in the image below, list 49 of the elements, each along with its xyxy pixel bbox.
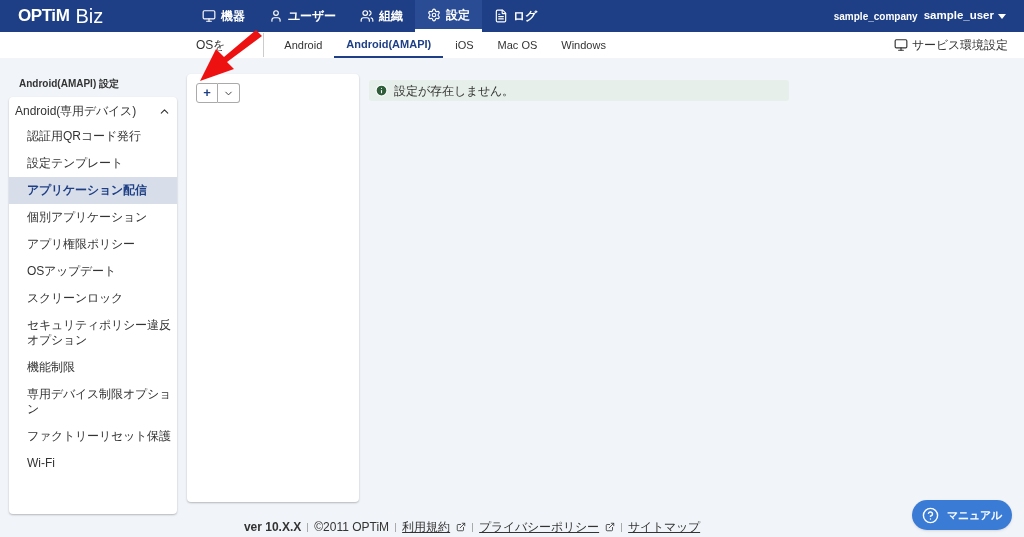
version-text: ver 10.X.X [243, 519, 302, 536]
os-tab[interactable]: Android(AMAPI) [334, 32, 444, 58]
sidebar-item[interactable]: ファクトリーリセット保護 [9, 423, 177, 450]
settings-icon [427, 7, 441, 22]
footer-link[interactable]: プライバシーポリシー [479, 518, 600, 536]
sidebar-item[interactable]: スクリーンロック [9, 285, 177, 312]
os-tab[interactable]: Android [272, 32, 335, 58]
os-tab[interactable]: iOS [443, 32, 486, 58]
company-name: sample_company [833, 9, 918, 24]
sidebar-item[interactable]: 機能制限 [9, 354, 177, 381]
sidebar-item[interactable]: アプリケーション配信 [9, 177, 177, 204]
os-tab[interactable]: Windows [549, 32, 618, 58]
nav-tab[interactable]: ユーザー [257, 0, 348, 32]
info-icon [375, 84, 388, 97]
user-icon [269, 9, 283, 23]
sidebar-item[interactable]: OSアップデート [9, 258, 177, 285]
arrow-annotation [198, 30, 264, 82]
nav-tab[interactable]: 機器 [190, 0, 257, 32]
alert-message: 設定が存在しません。 [394, 82, 514, 100]
logo-suffix: Biz [75, 4, 104, 29]
caret-icon [998, 13, 1006, 19]
copyright-text: ©2011 OPTiM [314, 519, 390, 536]
nav-tab[interactable]: 組織 [348, 0, 415, 32]
manual-button[interactable]: マニュアル [912, 500, 1012, 530]
monitor-icon [202, 9, 216, 23]
sidebar-item[interactable]: 設定テンプレート [9, 150, 177, 177]
add-button[interactable]: + [196, 83, 218, 103]
os-select-label: OSを [196, 37, 226, 54]
help-icon [922, 506, 939, 524]
sidebar-item[interactable]: 個別アプリケーション [9, 204, 177, 231]
menu-group-header[interactable]: Android(専用デバイス) [9, 99, 177, 123]
service-settings-link[interactable]: サービス環境設定 [894, 32, 1008, 58]
sidebar-item[interactable]: アプリ権限ポリシー [9, 231, 177, 258]
dropdown-button[interactable] [218, 83, 240, 103]
footer-link[interactable]: 利用規約 [402, 518, 451, 536]
sidebar-title: Android(AMAPI) 設定 [19, 77, 120, 91]
sidebar-item[interactable]: セキュリティポリシー違反オプション [9, 312, 177, 354]
document-icon [494, 9, 508, 23]
footer-link[interactable]: サイトマップ [628, 518, 701, 536]
nav-tab[interactable]: 設定 [415, 0, 482, 32]
sidebar-item[interactable]: Wi-Fi [9, 450, 177, 477]
logo: OPTiM [18, 5, 70, 28]
monitor-icon [894, 38, 908, 52]
user-menu[interactable]: sample_user [923, 7, 1006, 25]
sidebar-item[interactable]: 認証用QRコード発行 [9, 123, 177, 150]
people-icon [360, 9, 374, 23]
sidebar-item[interactable]: 専用デバイス制限オプション [9, 381, 177, 423]
os-tab[interactable]: Mac OS [485, 32, 550, 58]
nav-tab[interactable]: ログ [482, 0, 549, 32]
